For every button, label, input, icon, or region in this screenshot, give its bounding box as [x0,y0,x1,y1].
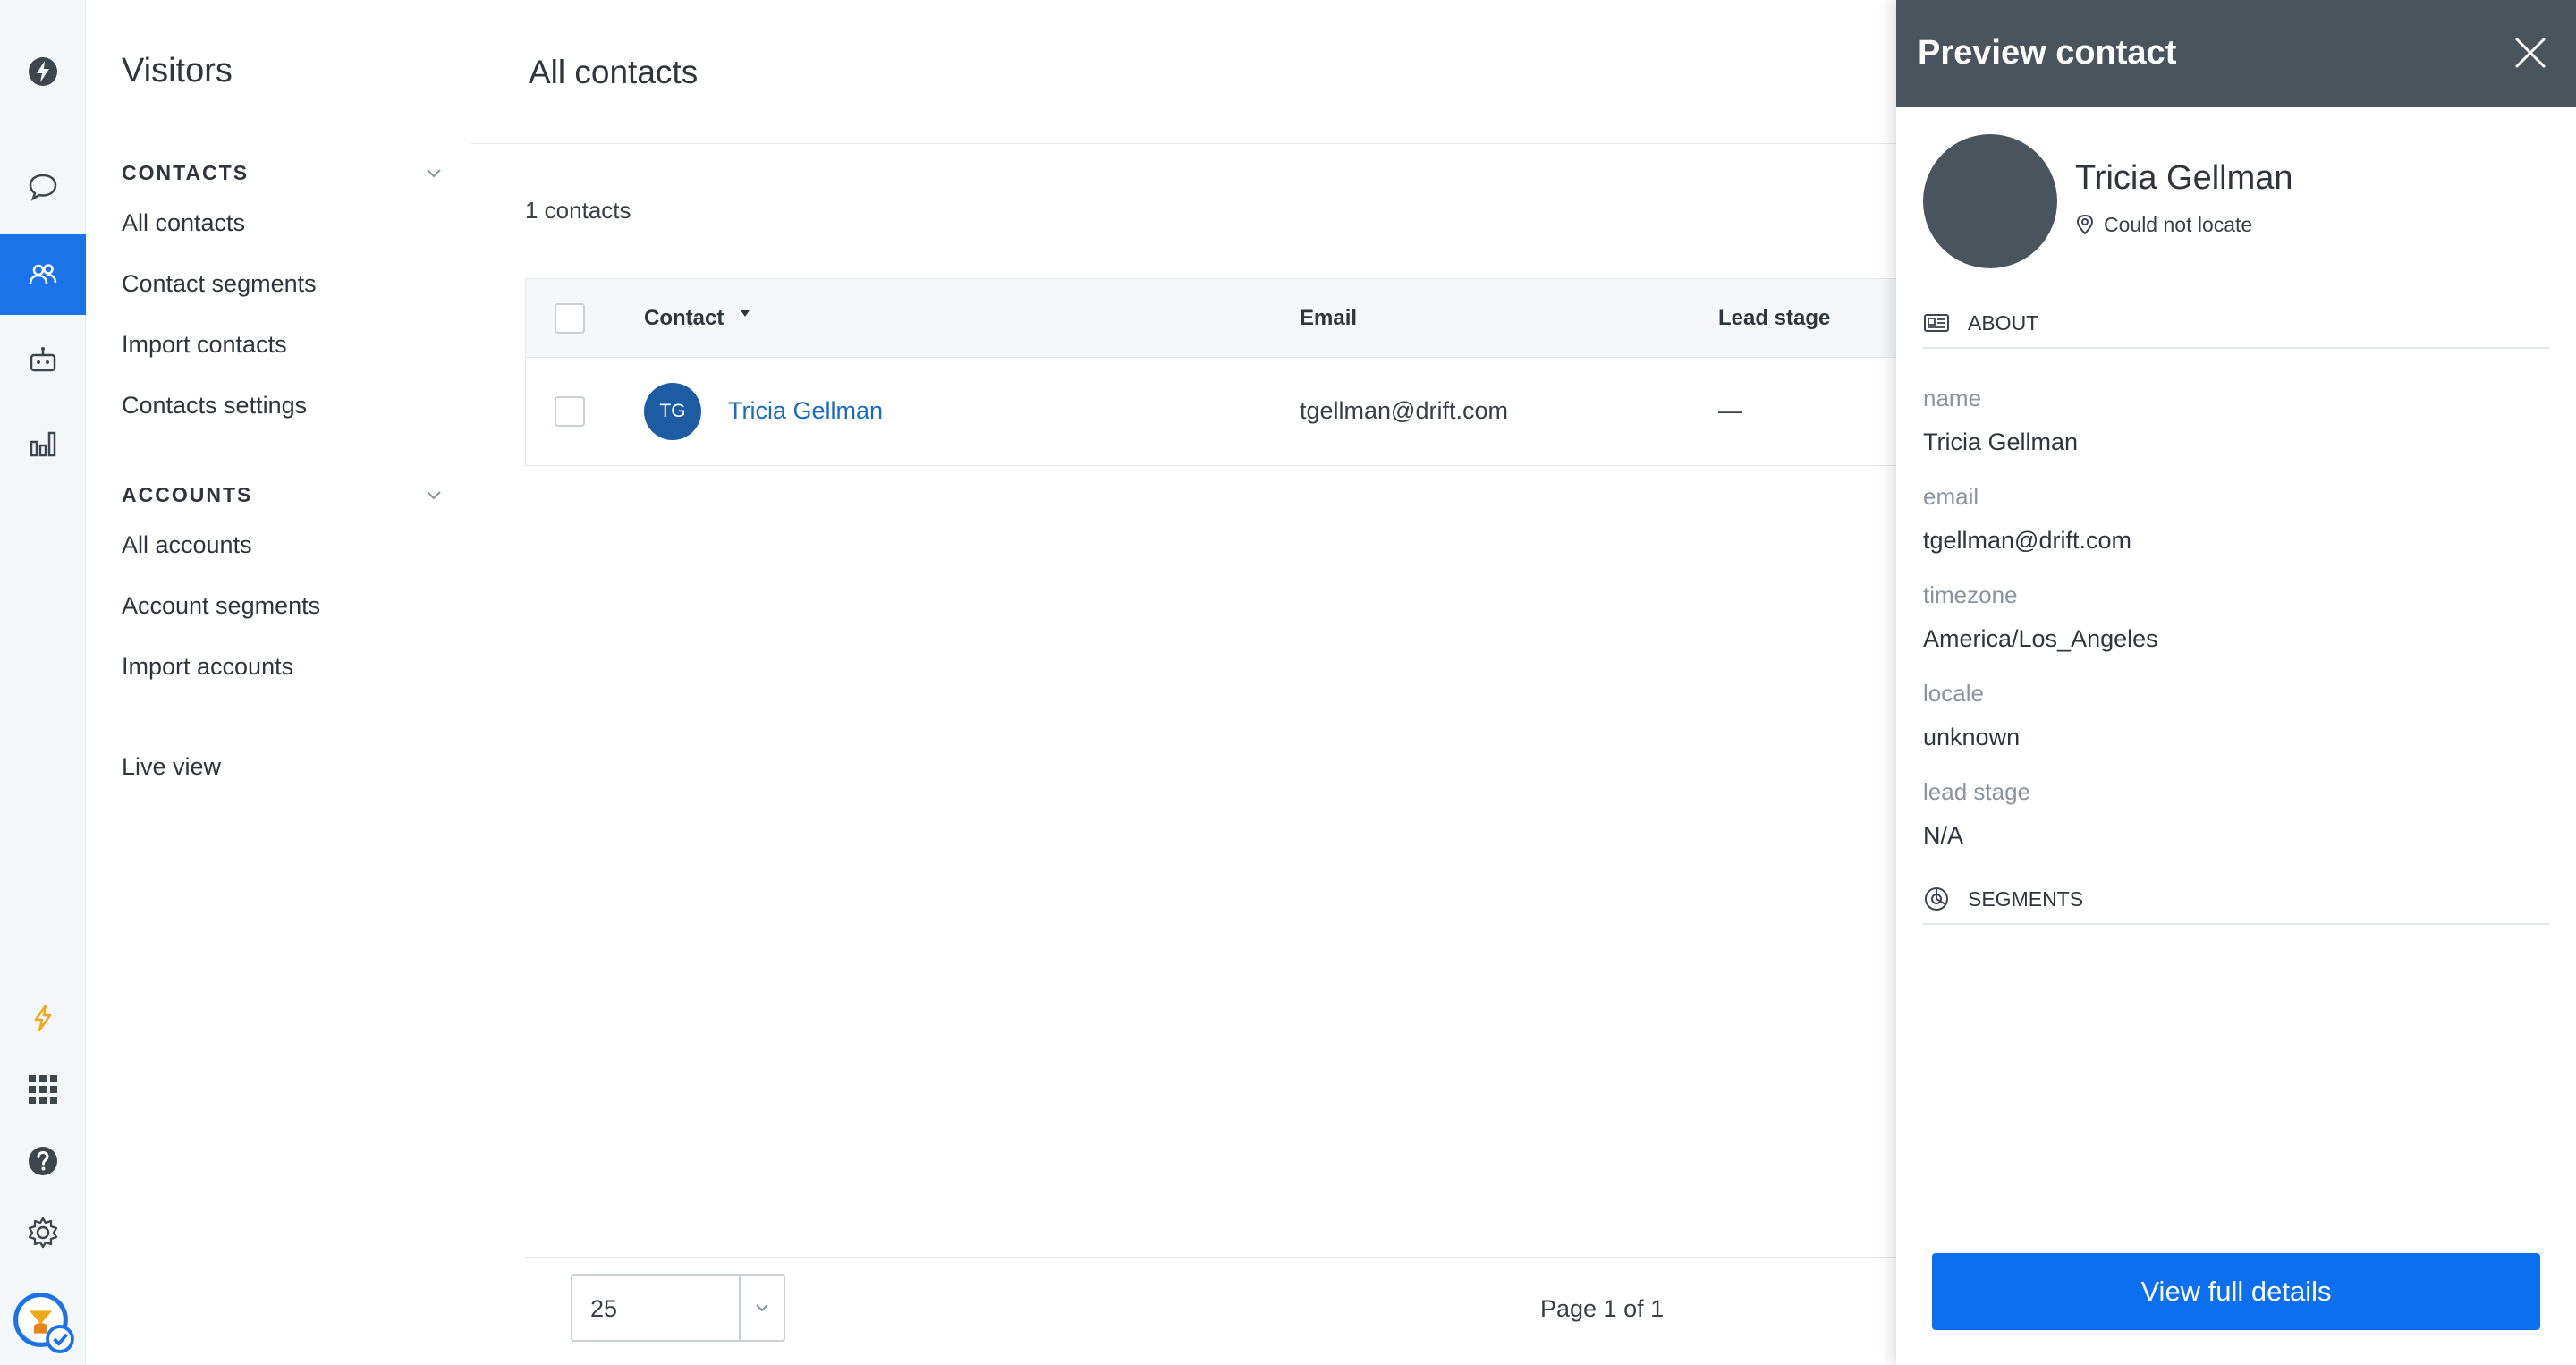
chat-icon [29,174,57,201]
field-value-timezone: America/Los_Angeles [1923,625,2158,652]
close-icon[interactable] [2513,36,2547,70]
page-indicator: Page 1 of 1 [1540,1295,1665,1322]
icon-rail [0,0,86,1365]
contacts-count: 1 contacts [525,197,631,224]
column-header-email[interactable]: Email [1300,306,1357,331]
field-label-locale: locale [1923,680,1984,707]
help-icon [29,1147,57,1175]
view-full-details-button[interactable]: View full details [1932,1253,2540,1330]
per-page-select[interactable]: 25 [571,1274,741,1342]
per-page-dropdown-button[interactable] [741,1274,785,1342]
contacts-icon [29,264,57,284]
accounts-section-toggle[interactable]: ACCOUNTS [122,481,444,508]
segments-section-heading: SEGMENTS [1923,886,2549,925]
drift-logo-icon [29,57,57,86]
contacts-section-heading: CONTACTS [122,160,250,184]
bot-icon [30,347,56,372]
nav-all-accounts[interactable]: All accounts [122,531,252,559]
nav-import-contacts[interactable]: Import contacts [122,331,287,359]
column-header-lead-stage[interactable]: Lead stage [1718,306,1830,331]
reports-icon [30,431,56,457]
main-content: All contacts 1 contacts Contact Email Le… [471,0,1896,1365]
accounts-section-heading: ACCOUNTS [122,482,253,506]
sort-desc-icon[interactable] [739,308,751,320]
apps-grid-icon [29,1075,57,1104]
nav-contact-segments[interactable]: Contact segments [122,270,317,298]
user-status-button[interactable] [0,1279,86,1365]
settings-nav[interactable] [0,1197,86,1268]
preview-contact-panel: Preview contact Tricia Gellman Could not… [1896,0,2576,1365]
table-row[interactable]: TG Tricia Gellman tgellman@drift.com — [526,358,1896,465]
visitors-subnav: Visitors CONTACTS All contacts Contact s… [86,0,470,1365]
main-header: All contacts [471,0,1896,144]
contact-email: tgellman@drift.com [1300,397,1508,424]
bots-nav[interactable] [0,324,86,395]
segments-heading: SEGMENTS [1968,887,2084,911]
nav-live-view[interactable]: Live view [122,753,221,781]
footer-divider [525,1257,1896,1258]
field-label-email: email [1923,483,1979,510]
column-header-contact[interactable]: Contact [644,306,724,331]
panel-footer: View full details [1896,1217,2576,1365]
row-checkbox[interactable] [555,396,585,427]
about-heading: ABOUT [1968,311,2039,335]
field-value-name: Tricia Gellman [1923,428,2079,455]
nav-import-accounts[interactable]: Import accounts [122,653,293,681]
id-card-icon [1924,314,1949,332]
chevron-down-icon [756,1304,768,1312]
field-value-locale: unknown [1923,724,2021,750]
panel-header: Preview contact [1896,0,2576,107]
user-status-avatar-icon [13,1293,74,1353]
contacts-section-toggle[interactable]: CONTACTS [122,159,444,186]
subnav-title: Visitors [122,52,233,89]
field-value-lead-stage: N/A [1923,822,1964,849]
field-label-timezone: timezone [1923,581,2018,608]
drift-logo-button[interactable] [0,36,86,107]
contacts-nav[interactable] [0,234,86,315]
field-label-name: name [1923,385,1982,411]
contact-location: Could not locate [2075,211,2252,238]
location-text: Could not locate [2104,212,2253,236]
lightning-nav[interactable] [0,982,86,1054]
settings-icon [28,1217,58,1249]
app-window: Visitors CONTACTS All contacts Contact s… [0,0,2576,1365]
segments-icon [1925,887,1948,911]
per-page-value: 25 [590,1295,618,1322]
chevron-down-icon [427,491,441,500]
contact-name: Tricia Gellman [2075,159,2293,197]
reports-nav[interactable] [0,408,86,479]
panel-title: Preview contact [1918,34,2177,72]
conversations-nav[interactable] [0,150,86,222]
about-section-heading: ABOUT [1923,309,2549,349]
page-title: All contacts [529,54,699,90]
nav-contacts-settings[interactable]: Contacts settings [122,392,307,420]
field-label-lead-stage: lead stage [1923,778,2030,805]
nav-account-segments[interactable]: Account segments [122,592,320,620]
help-nav[interactable] [0,1125,86,1197]
lightning-icon [34,1004,52,1032]
select-all-checkbox[interactable] [555,303,585,334]
field-value-email: tgellman@drift.com [1923,527,2131,554]
table-header: Contact Email Lead stage [526,279,1896,358]
avatar [1923,134,2057,268]
contacts-table: Contact Email Lead stage TG Tricia Gellm… [525,278,1896,466]
location-pin-icon [2076,214,2094,235]
contact-lead-stage: — [1718,397,1742,424]
nav-all-contacts[interactable]: All contacts [122,209,245,237]
contact-avatar: TG [644,383,701,440]
apps-nav[interactable] [0,1054,86,1125]
chevron-down-icon [427,169,441,178]
contact-name-link[interactable]: Tricia Gellman [728,397,883,425]
